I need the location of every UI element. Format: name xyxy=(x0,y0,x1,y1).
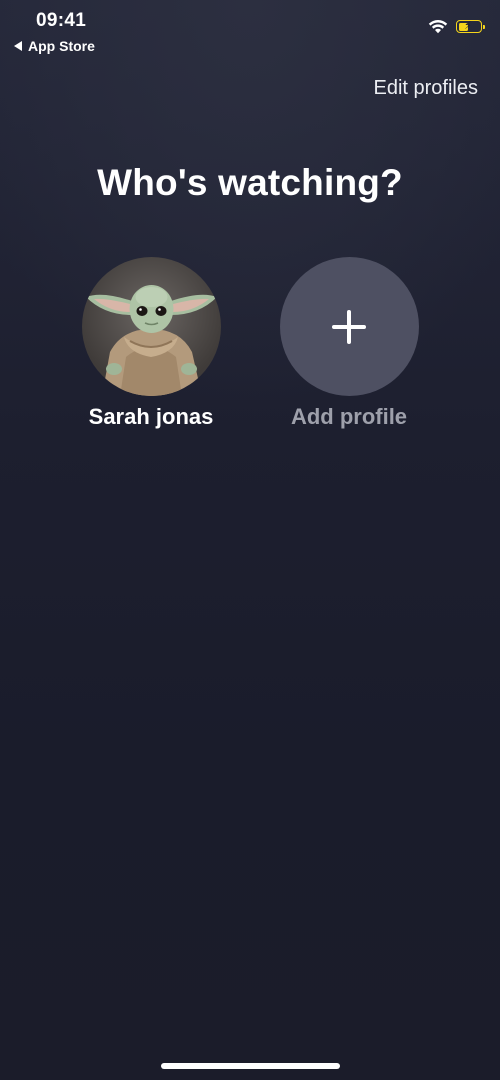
battery-charging-icon: ⚡ xyxy=(456,20,485,33)
baby-yoda-avatar[interactable] xyxy=(81,257,221,396)
profile-name: Sarah jonas xyxy=(88,404,214,429)
status-time: 09:41 xyxy=(36,10,87,31)
add-profile-button[interactable] xyxy=(279,257,419,396)
status-bar: 09:41 App Store ⚡ xyxy=(0,0,500,60)
edit-profiles-button[interactable]: Edit profiles xyxy=(374,77,479,100)
status-icons: ⚡ xyxy=(428,19,485,34)
page-title: Who's watching? xyxy=(97,162,403,203)
home-indicator[interactable] xyxy=(161,1063,340,1069)
back-arrow-icon xyxy=(14,41,22,51)
avatar-illustration xyxy=(85,285,217,396)
profile-sarah-jonas[interactable]: Sarah jonas xyxy=(61,257,241,430)
back-to-app-store-link[interactable]: App Store xyxy=(14,38,95,54)
battery-cap xyxy=(483,24,485,29)
back-link-label: App Store xyxy=(28,38,95,54)
wifi-icon xyxy=(428,19,448,34)
plus-icon xyxy=(332,309,366,344)
add-profile-label: Add profile xyxy=(290,404,408,429)
add-profile[interactable]: Add profile xyxy=(259,257,439,430)
charging-bolt-icon: ⚡ xyxy=(464,20,472,32)
